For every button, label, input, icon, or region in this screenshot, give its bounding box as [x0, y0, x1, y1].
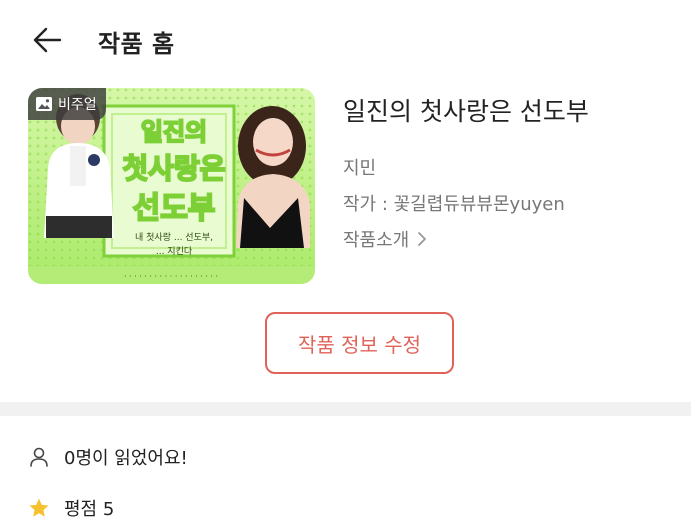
image-icon: [36, 97, 52, 111]
svg-text:선도부: 선도부: [133, 191, 216, 226]
svg-text:일진의: 일진의: [141, 118, 207, 146]
person-icon: [30, 447, 48, 467]
cover-image[interactable]: 일진의 첫사랑은 선도부 내 첫사랑 ... 선도부, ... 지킨다 · · …: [28, 88, 315, 284]
svg-text:· · · · · · · · · · · · · · ·: · · · · · · · · · · · · · · · · · · ·: [124, 272, 218, 281]
rating-text: 평점 5: [64, 499, 115, 520]
star-icon: [29, 498, 49, 517]
svg-text:내 첫사랑 ... 선도부,: 내 첫사랑 ... 선도부,: [135, 231, 213, 243]
author-name: 지민: [343, 158, 377, 179]
svg-text:... 지킨다: ... 지킨다: [156, 246, 193, 257]
page-title: 작품 홈: [98, 30, 175, 58]
work-intro-link[interactable]: 작품소개: [343, 226, 427, 252]
writer-credit: 작가 : 꽃길렵듀뷰뷰몬yuyen: [343, 194, 565, 215]
readers-text: 0명이 읽었어요!: [64, 448, 188, 469]
edit-work-info-button[interactable]: 작품 정보 수정: [265, 312, 454, 374]
readers-stat: 0명이 읽었어요!: [28, 444, 188, 470]
section-divider: [0, 402, 691, 416]
work-title: 일진의 첫사랑은 선도부: [343, 97, 589, 126]
work-intro-label: 작품소개: [343, 230, 410, 251]
chevron-right-icon: [418, 232, 427, 246]
badge-label: 비주얼: [58, 97, 97, 113]
back-button[interactable]: [30, 22, 66, 58]
visual-badge: 비주얼: [28, 88, 106, 120]
rating-stat: 평점 5: [28, 495, 114, 521]
arrow-left-icon: [33, 27, 62, 53]
svg-text:첫사랑은: 첫사랑은: [122, 152, 225, 185]
top-bar: 작품 홈: [0, 0, 691, 78]
